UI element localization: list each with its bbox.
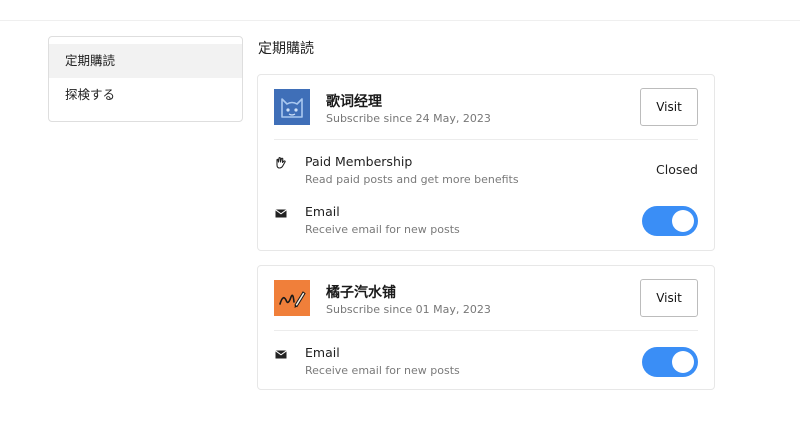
envelope-icon bbox=[274, 346, 288, 360]
subscription-card: 橘子汽水铺 Subscribe since 01 May, 2023 Visit… bbox=[257, 265, 715, 390]
row-title: Email bbox=[305, 345, 340, 360]
sidebar: 定期購読 探検する bbox=[48, 36, 243, 122]
pencil-scribble-icon bbox=[274, 280, 310, 316]
visit-button[interactable]: Visit bbox=[640, 88, 698, 126]
cat-logo-icon bbox=[274, 89, 310, 125]
paid-membership-row: Paid Membership Read paid posts and get … bbox=[274, 140, 698, 190]
sidebar-item-explore[interactable]: 探検する bbox=[49, 78, 242, 112]
email-toggle[interactable] bbox=[642, 206, 698, 236]
email-row: Email Receive email for new posts bbox=[274, 190, 698, 240]
toggle-knob bbox=[672, 210, 694, 232]
envelope-icon bbox=[274, 205, 288, 219]
page-title: 定期購読 bbox=[258, 41, 314, 57]
membership-status: Closed bbox=[656, 162, 698, 177]
subscription-card: 歌词经理 Subscribe since 24 May, 2023 Visit … bbox=[257, 74, 715, 251]
row-description: Receive email for new posts bbox=[305, 364, 460, 377]
subscribe-since: Subscribe since 01 May, 2023 bbox=[326, 303, 491, 316]
sidebar-item-subscriptions[interactable]: 定期購読 bbox=[49, 44, 242, 78]
site-name[interactable]: 歌词经理 bbox=[326, 91, 382, 111]
row-description: Read paid posts and get more benefits bbox=[305, 173, 519, 186]
top-divider bbox=[0, 20, 800, 21]
email-toggle[interactable] bbox=[642, 347, 698, 377]
visit-button[interactable]: Visit bbox=[640, 279, 698, 317]
subscribe-since: Subscribe since 24 May, 2023 bbox=[326, 112, 491, 125]
email-row: Email Receive email for new posts bbox=[274, 331, 698, 381]
row-title: Email bbox=[305, 204, 340, 219]
row-description: Receive email for new posts bbox=[305, 223, 460, 236]
hand-icon bbox=[274, 155, 288, 169]
toggle-knob bbox=[672, 351, 694, 373]
site-name[interactable]: 橘子汽水铺 bbox=[326, 282, 396, 302]
row-title: Paid Membership bbox=[305, 154, 413, 169]
card-header: 橘子汽水铺 Subscribe since 01 May, 2023 Visit bbox=[274, 266, 698, 331]
card-header: 歌词经理 Subscribe since 24 May, 2023 Visit bbox=[274, 75, 698, 140]
